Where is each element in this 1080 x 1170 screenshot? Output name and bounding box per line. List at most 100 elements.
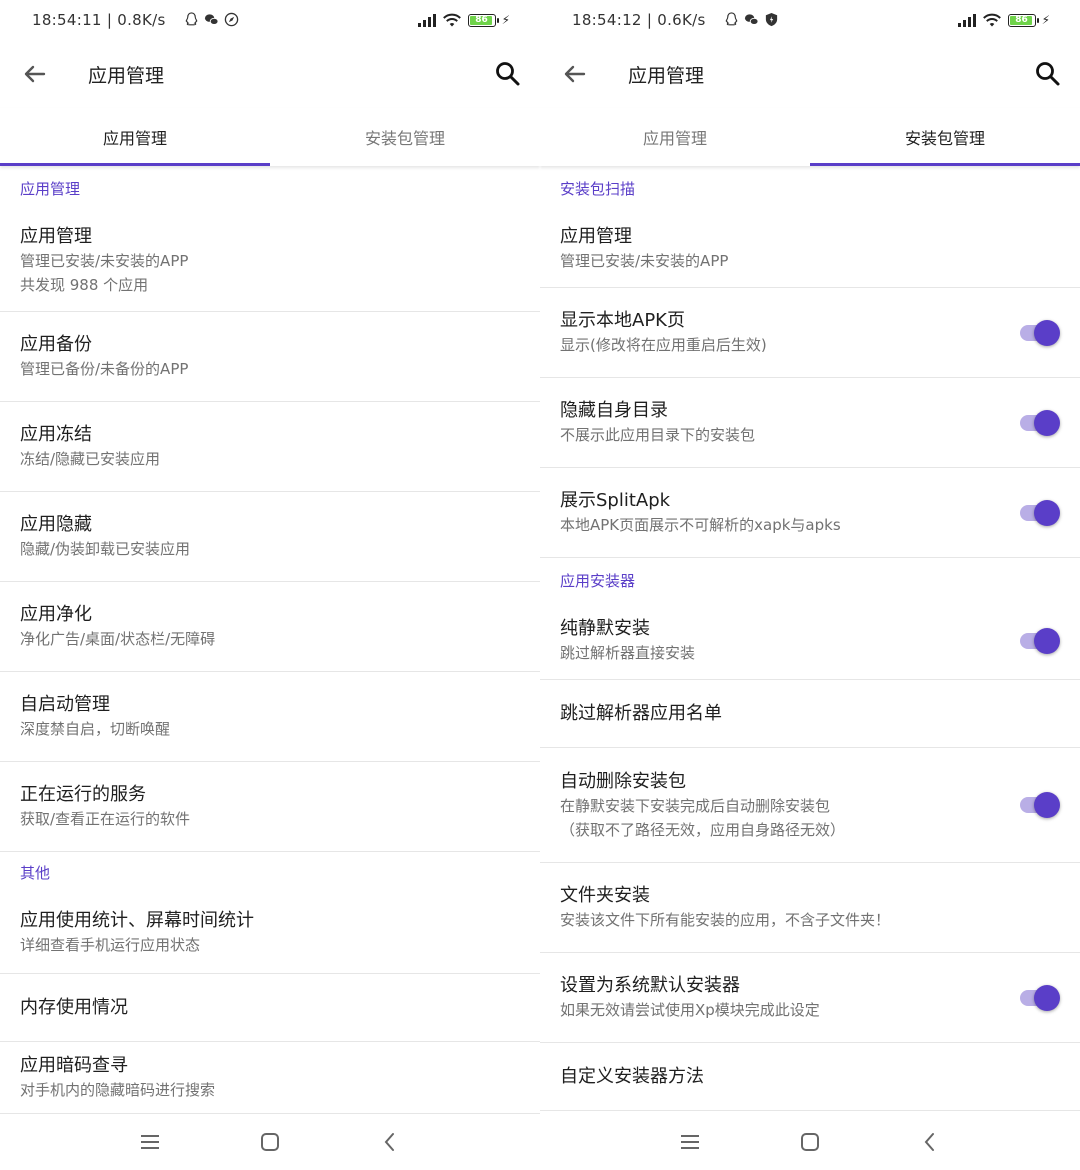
settings-list: 安装包扫描 应用管理 管理已安装/未安装的APP 显示本地APK页 显示(修改将… xyxy=(540,166,1080,1111)
item-title: 应用隐藏 xyxy=(20,514,92,535)
list-item-hide-own-dir[interactable]: 隐藏自身目录 不展示此应用目录下的安装包 xyxy=(540,378,1080,468)
item-subtitle: 管理已安装/未安装的APP xyxy=(20,252,189,270)
settings-list: 应用管理 应用管理 管理已安装/未安装的APP 共发现 988 个应用 应用备份… xyxy=(0,166,540,1114)
charging-icon: ⚡ xyxy=(501,13,510,27)
section-header-other: 其他 xyxy=(20,863,51,882)
item-title: 应用净化 xyxy=(20,604,92,625)
right-screen: 18:54:12 | 0.6K/s 86 ⚡ 应用管理 应用管理 安装包管理 安… xyxy=(540,0,1080,1170)
list-item-app-freeze[interactable]: 应用冻结 冻结/隐藏已安装应用 xyxy=(0,402,540,492)
home-nav-button[interactable] xyxy=(790,1122,830,1162)
hide-own-dir-toggle[interactable] xyxy=(1020,409,1060,436)
list-item-secret-codes[interactable]: 应用暗码查寻 对手机内的隐藏暗码进行搜索 xyxy=(0,1042,540,1114)
list-item-show-splitapk[interactable]: 展示SplitApk 本地APK页面展示不可解析的xapk与apks xyxy=(540,468,1080,558)
item-title: 展示SplitApk xyxy=(560,490,671,511)
list-item-app-management[interactable]: 应用管理 管理已安装/未安装的APP xyxy=(540,210,1080,288)
list-item-default-installer[interactable]: 设置为系统默认安装器 如果无效请尝试使用Xp模块完成此设定 xyxy=(540,953,1080,1043)
list-item-custom-installer-method[interactable]: 自定义安装器方法 xyxy=(540,1043,1080,1111)
back-arrow-icon[interactable] xyxy=(558,58,590,90)
search-icon[interactable] xyxy=(1032,58,1064,90)
item-title: 应用备份 xyxy=(20,334,92,355)
list-item-auto-delete-package[interactable]: 自动删除安装包 在静默安装下安装完成后自动删除安装包 （获取不了路径无效，应用自… xyxy=(540,748,1080,863)
signal-icon xyxy=(957,13,976,27)
battery-level: 86 xyxy=(475,15,488,25)
page-title: 应用管理 xyxy=(88,65,165,87)
tab-bar: 应用管理 安装包管理 xyxy=(540,108,1080,166)
list-item-show-local-apk[interactable]: 显示本地APK页 显示(修改将在应用重启后生效) xyxy=(540,288,1080,378)
menu-icon xyxy=(681,1135,699,1149)
item-title: 纯静默安装 xyxy=(560,618,650,639)
menu-nav-button[interactable] xyxy=(670,1122,710,1162)
item-title: 显示本地APK页 xyxy=(560,310,685,331)
back-arrow-icon[interactable] xyxy=(18,58,50,90)
silent-install-toggle[interactable] xyxy=(1020,627,1060,654)
item-title: 应用冻结 xyxy=(20,424,92,445)
item-subtitle: 本地APK页面展示不可解析的xapk与apks xyxy=(560,516,841,534)
back-nav-button[interactable] xyxy=(910,1122,950,1162)
default-installer-toggle[interactable] xyxy=(1020,984,1060,1011)
item-title: 自启动管理 xyxy=(20,694,110,715)
toggle-knob xyxy=(1034,792,1060,818)
menu-nav-button[interactable] xyxy=(130,1122,170,1162)
item-subtitle: 隐藏/伪装卸载已安装应用 xyxy=(20,540,191,558)
back-chevron-icon xyxy=(384,1133,394,1151)
show-splitapk-toggle[interactable] xyxy=(1020,499,1060,526)
tab-package-management[interactable]: 安装包管理 xyxy=(810,108,1080,166)
back-nav-button[interactable] xyxy=(370,1122,410,1162)
item-subtitle: 管理已备份/未备份的APP xyxy=(20,360,189,378)
item-subtitle-count: 共发现 988 个应用 xyxy=(20,276,149,294)
list-item-silent-install[interactable]: 纯静默安装 跳过解析器直接安装 xyxy=(540,602,1080,680)
status-bar: 18:54:11 | 0.8K/s 86 ⚡ xyxy=(0,0,540,44)
toggle-knob xyxy=(1034,627,1060,654)
navigation-bar xyxy=(540,1114,1080,1170)
list-item-folder-install[interactable]: 文件夹安装 安装该文件下所有能安装的应用，不含子文件夹！ xyxy=(540,863,1080,953)
item-subtitle: 在静默安装下安装完成后自动删除安装包 xyxy=(560,796,831,815)
list-item-app-backup[interactable]: 应用备份 管理已备份/未备份的APP xyxy=(0,312,540,402)
system-status-icons: 86 ⚡ xyxy=(417,12,510,28)
item-title: 设置为系统默认安装器 xyxy=(560,975,740,996)
list-item-app-purify[interactable]: 应用净化 净化广告/桌面/状态栏/无障碍 xyxy=(0,582,540,672)
item-title: 内存使用情况 xyxy=(20,997,128,1018)
list-item-app-management[interactable]: 应用管理 管理已安装/未安装的APP 共发现 988 个应用 xyxy=(0,210,540,312)
item-title: 隐藏自身目录 xyxy=(560,400,668,421)
navigation-bar xyxy=(0,1114,540,1170)
shield-icon xyxy=(765,12,778,27)
back-chevron-icon xyxy=(924,1133,934,1151)
item-subtitle: 对手机内的隐藏暗码进行搜索 xyxy=(20,1081,216,1099)
tab-app-management[interactable]: 应用管理 xyxy=(0,108,270,166)
status-time-speed: 18:54:11 | 0.8K/s xyxy=(32,11,166,29)
item-subtitle: 冻结/隐藏已安装应用 xyxy=(20,450,161,468)
item-subtitle: 如果无效请尝试使用Xp模块完成此设定 xyxy=(560,1001,820,1019)
app-bar: 应用管理 xyxy=(540,44,1080,104)
list-item-running-services[interactable]: 正在运行的服务 获取/查看正在运行的软件 xyxy=(0,762,540,852)
battery-icon: 86 xyxy=(1007,13,1039,27)
list-item-app-hide[interactable]: 应用隐藏 隐藏/伪装卸载已安装应用 xyxy=(0,492,540,582)
item-title: 应用暗码查寻 xyxy=(20,1055,128,1076)
tab-bar: 应用管理 安装包管理 xyxy=(0,108,540,166)
item-subtitle: 不展示此应用目录下的安装包 xyxy=(560,426,756,444)
list-item-autostart[interactable]: 自启动管理 深度禁自启，切断唤醒 xyxy=(0,672,540,762)
tab-app-management[interactable]: 应用管理 xyxy=(540,108,810,166)
notification-icons xyxy=(184,12,239,27)
item-title: 自定义安装器方法 xyxy=(560,1066,704,1087)
menu-icon xyxy=(141,1135,159,1149)
item-title: 跳过解析器应用名单 xyxy=(560,703,722,724)
qq-icon xyxy=(185,12,198,26)
home-square-icon xyxy=(801,1133,819,1151)
status-time-speed: 18:54:12 | 0.6K/s xyxy=(572,11,706,29)
wifi-icon xyxy=(982,13,1001,27)
section-header-installer: 应用安装器 xyxy=(560,571,636,590)
tab-package-management[interactable]: 安装包管理 xyxy=(270,108,540,166)
list-item-skip-parser-list[interactable]: 跳过解析器应用名单 xyxy=(540,680,1080,748)
list-item-memory-usage[interactable]: 内存使用情况 xyxy=(0,974,540,1042)
item-subtitle: 净化广告/桌面/状态栏/无障碍 xyxy=(20,630,216,648)
item-title: 应用管理 xyxy=(560,226,632,247)
left-screen: 18:54:11 | 0.8K/s 86 ⚡ 应用管理 应用管理 安装包管理 应… xyxy=(0,0,540,1170)
list-item-usage-stats[interactable]: 应用使用统计、屏幕时间统计 详细查看手机运行应用状态 xyxy=(0,892,540,974)
search-icon[interactable] xyxy=(492,58,524,90)
auto-delete-toggle[interactable] xyxy=(1020,792,1060,818)
item-subtitle: 安装该文件下所有能安装的应用，不含子文件夹！ xyxy=(560,911,891,929)
notification-icons xyxy=(724,12,779,27)
show-local-apk-toggle[interactable] xyxy=(1020,319,1060,346)
item-subtitle: 显示(修改将在应用重启后生效) xyxy=(560,336,767,354)
home-nav-button[interactable] xyxy=(250,1122,290,1162)
